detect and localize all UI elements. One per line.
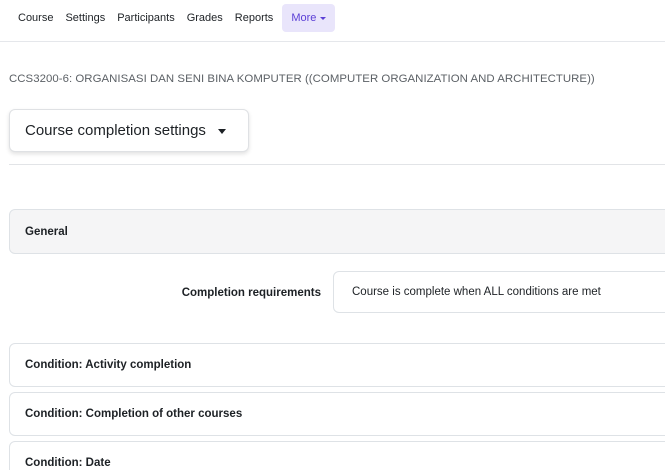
nav-more-label: More — [291, 12, 317, 24]
completion-requirements-value: Course is complete when ALL conditions a… — [352, 286, 601, 298]
section-date-label: Condition: Date — [25, 457, 111, 469]
nav-item-course[interactable]: Course — [12, 4, 59, 32]
section-general-header[interactable]: General — [9, 209, 665, 254]
course-completion-settings-dropdown[interactable]: Course completion settings — [9, 109, 249, 152]
course-title: CCS3200-6: ORGANISASI DAN SENI BINA KOMP… — [9, 73, 595, 85]
secondary-navigation: Course Settings Participants Grades Repo… — [0, 0, 665, 42]
nav-item-settings[interactable]: Settings — [59, 4, 111, 32]
section-other-courses-label: Condition: Completion of other courses — [25, 408, 243, 420]
completion-requirements-label: Completion requirements — [181, 287, 321, 299]
section-date-header[interactable]: Condition: Date — [9, 441, 665, 470]
nav-item-reports[interactable]: Reports — [229, 4, 280, 32]
section-general-label: General — [25, 225, 68, 238]
chevron-down-icon — [320, 17, 327, 20]
completion-requirements-select[interactable]: Course is complete when ALL conditions a… — [333, 271, 665, 313]
secondary-nav-items: Course Settings Participants Grades Repo… — [12, 4, 336, 32]
divider — [9, 164, 665, 165]
nav-item-grades[interactable]: Grades — [181, 4, 229, 32]
section-activity-completion-label: Condition: Activity completion — [25, 359, 192, 371]
dropdown-label: Course completion settings — [25, 122, 206, 139]
nav-item-participants[interactable]: Participants — [111, 4, 180, 32]
section-other-courses-header[interactable]: Condition: Completion of other courses — [9, 392, 665, 436]
section-activity-completion-header[interactable]: Condition: Activity completion — [9, 343, 665, 387]
page: Course Settings Participants Grades Repo… — [0, 0, 665, 470]
caret-down-icon — [217, 128, 226, 134]
nav-more-menu[interactable]: More — [282, 4, 336, 32]
